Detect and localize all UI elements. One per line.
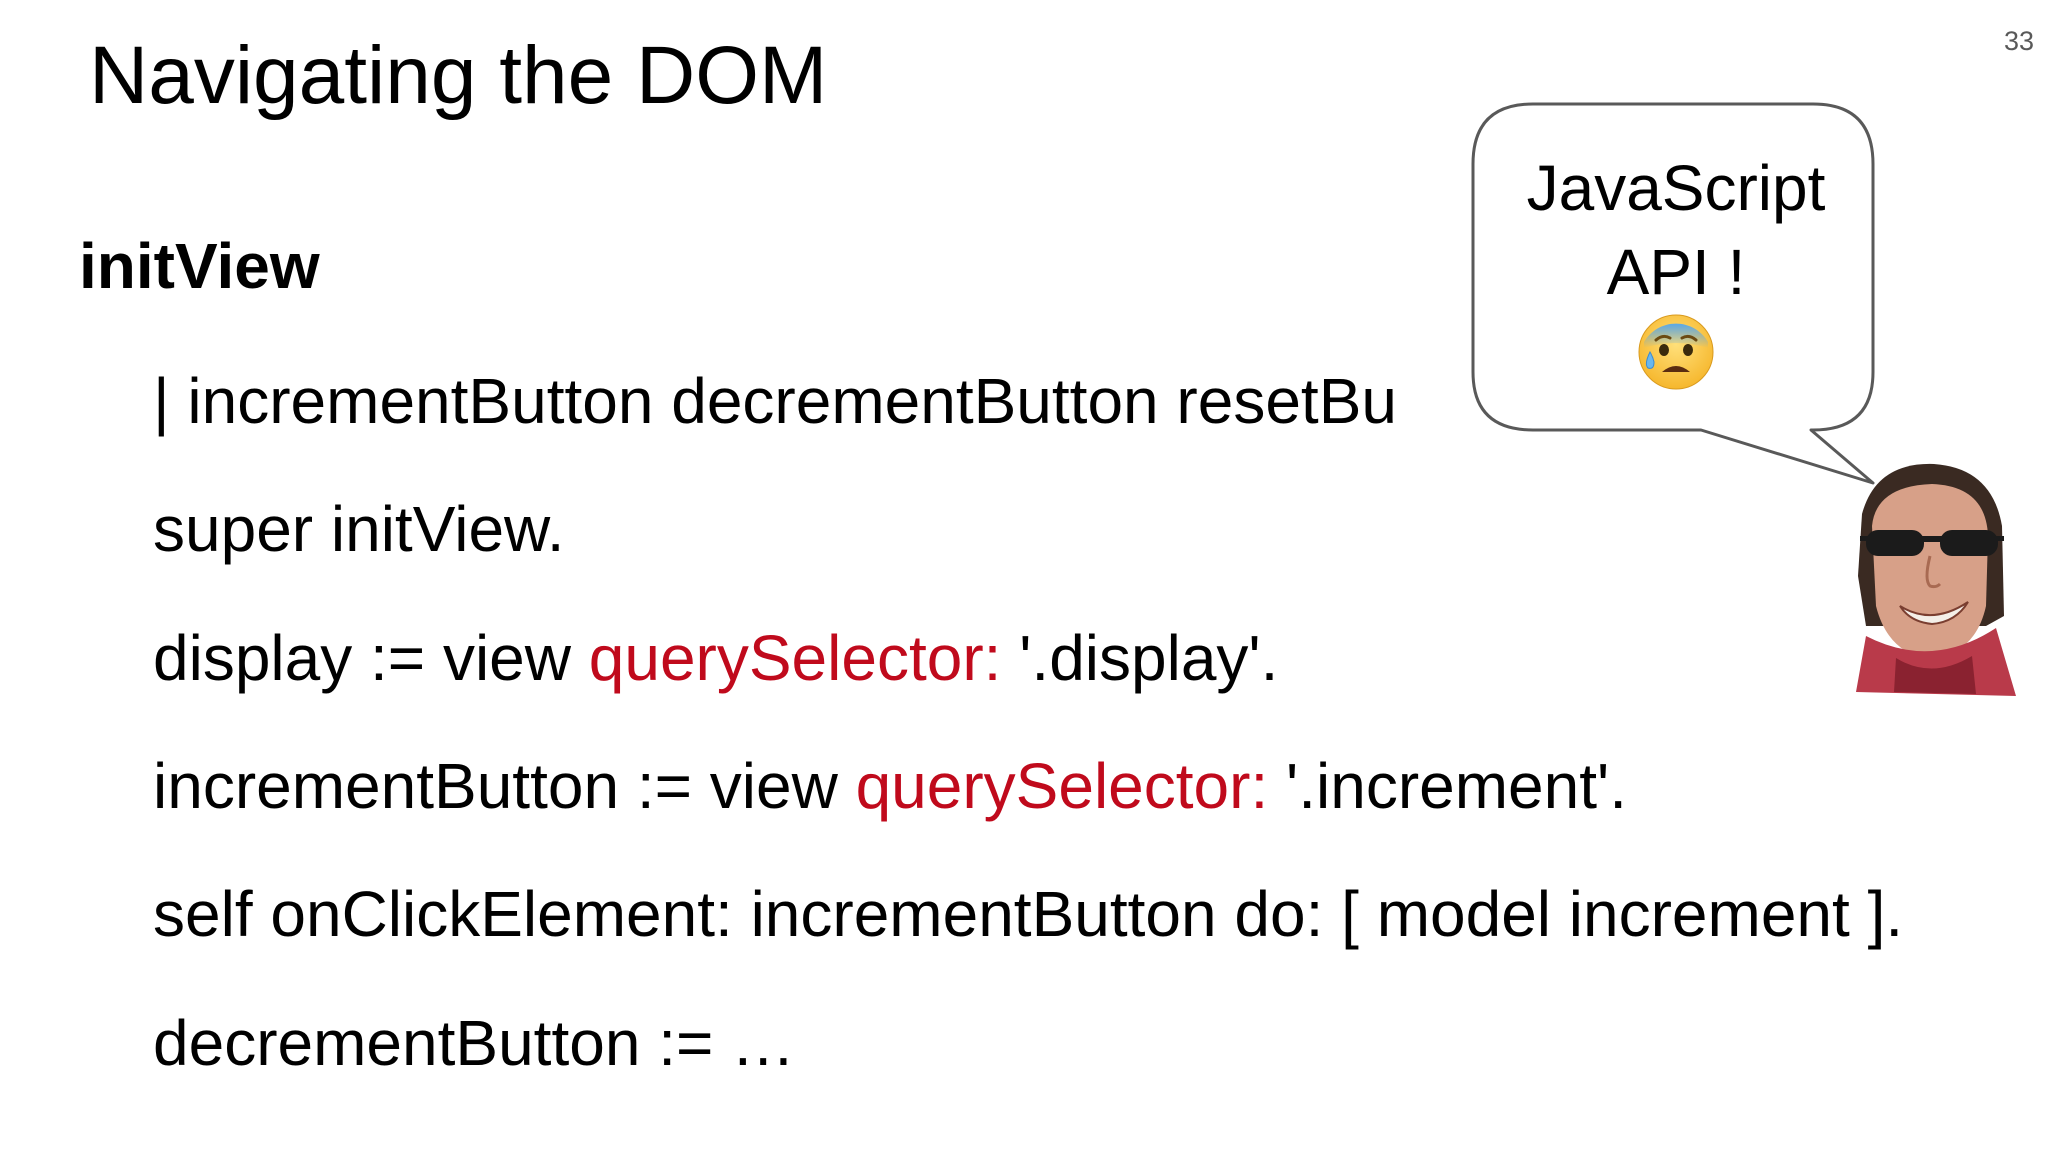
speech-bubble-line-2: API ! bbox=[1606, 236, 1746, 308]
method-name: initView bbox=[79, 230, 320, 302]
code-text: decrementButton := … bbox=[153, 1007, 796, 1079]
code-line-on-click: self onClickElement: incrementButton do:… bbox=[153, 876, 1903, 952]
code-text: | incrementButton decrementButton resetB… bbox=[153, 365, 1397, 437]
code-line-temporaries: | incrementButton decrementButton resetB… bbox=[153, 363, 1397, 439]
code-text: '.increment'. bbox=[1268, 750, 1627, 822]
slide-number: 33 bbox=[2003, 26, 2034, 56]
code-line-increment-button: incrementButton := view querySelector: '… bbox=[153, 748, 1627, 824]
code-text: self onClickElement: incrementButton do:… bbox=[153, 878, 1904, 950]
code-text: display := view bbox=[153, 622, 589, 694]
speech-bubble-line-1: JavaScript bbox=[1526, 152, 1826, 224]
code-text: '.display'. bbox=[1001, 622, 1279, 694]
code-keyword: querySelector: bbox=[588, 622, 1002, 694]
slide-title: Navigating the DOM bbox=[89, 30, 828, 121]
code-text: super initView. bbox=[153, 493, 565, 565]
anxious-face-with-sweat-icon bbox=[1638, 314, 1714, 390]
code-keyword: querySelector: bbox=[855, 750, 1269, 822]
presenter-photo bbox=[1856, 463, 2016, 696]
code-line-super: super initView. bbox=[153, 491, 565, 567]
code-text: incrementButton := view bbox=[153, 750, 856, 822]
code-line-display: display := view querySelector: '.display… bbox=[153, 620, 1278, 696]
speech-bubble-text: JavaScript API ! bbox=[1476, 146, 1876, 314]
code-line-decrement-button: decrementButton := … bbox=[153, 1005, 795, 1081]
